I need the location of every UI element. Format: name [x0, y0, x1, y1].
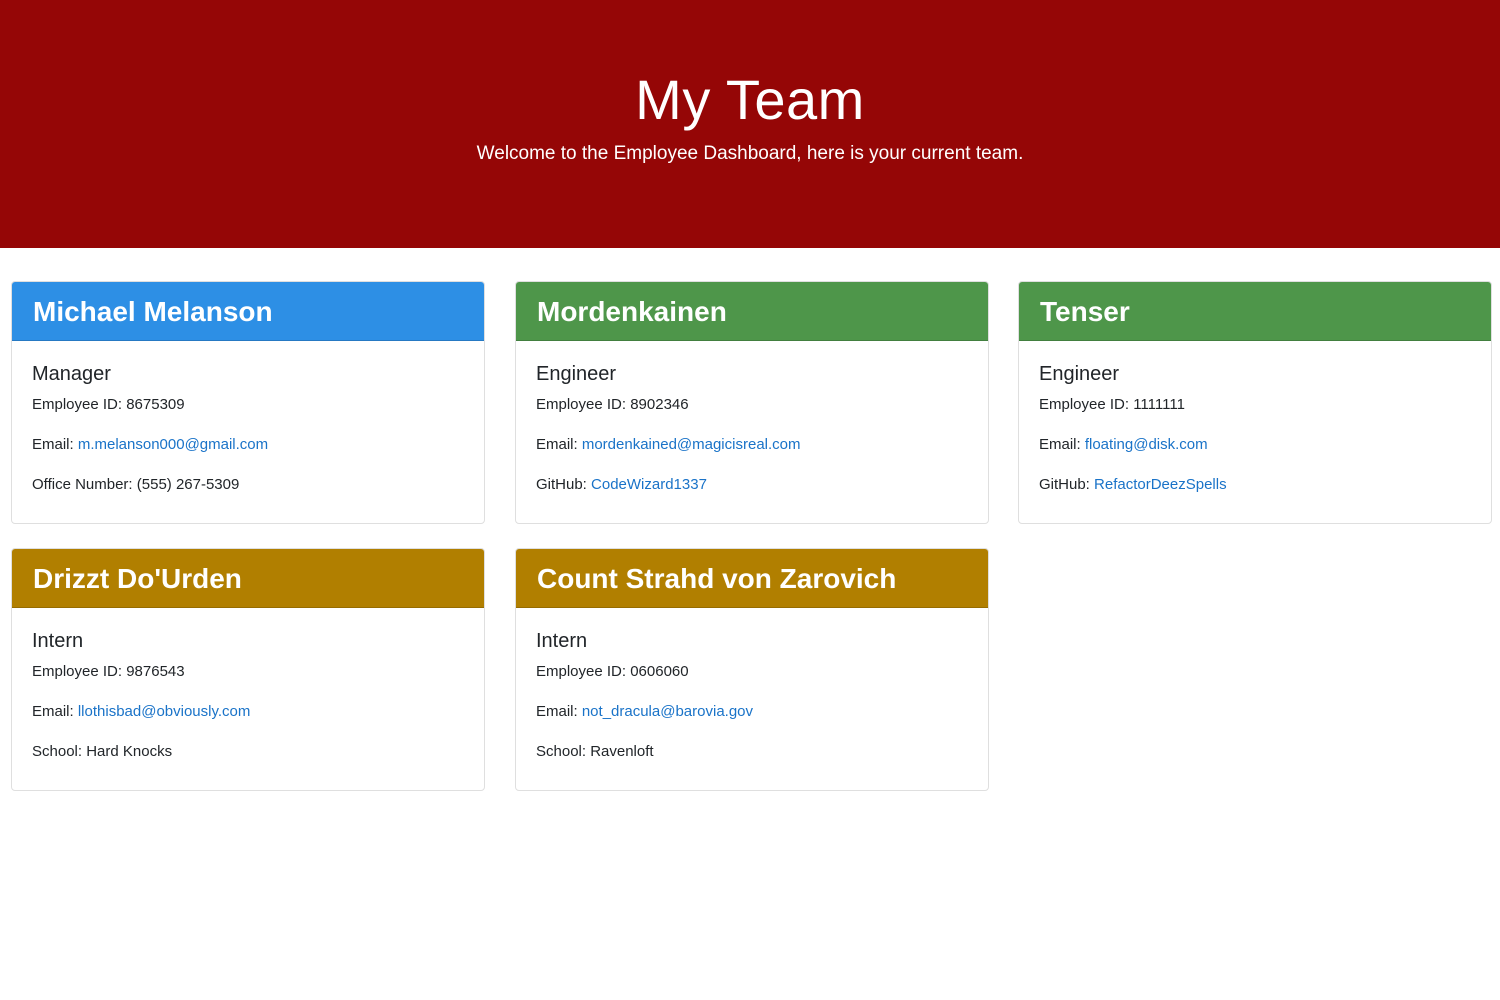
employee-card: Drizzt Do'Urden Intern Employee ID: 9876…	[11, 548, 485, 791]
github-link[interactable]: RefactorDeezSpells	[1094, 476, 1227, 493]
employee-name: Mordenkainen	[516, 282, 988, 341]
school: School: Hard Knocks	[32, 743, 173, 760]
email-label: Email:	[536, 436, 582, 453]
employee-name: Drizzt Do'Urden	[12, 549, 484, 608]
employee-details: Manager Employee ID: 8675309 Email: m.me…	[12, 341, 484, 495]
email-label: Email:	[1039, 436, 1085, 453]
email-label: Email:	[32, 436, 78, 453]
employee-role: Intern	[536, 630, 588, 652]
employee-name: Tenser	[1019, 282, 1491, 341]
employee-id: Employee ID: 8902346	[536, 396, 689, 413]
employee-card: Michael Melanson Manager Employee ID: 86…	[11, 281, 485, 524]
employee-email-row: Email: m.melanson000@gmail.com	[32, 435, 464, 455]
email-label: Email:	[32, 703, 78, 720]
employee-id: Employee ID: 9876543	[32, 663, 185, 680]
employee-name: Count Strahd von Zarovich	[516, 549, 988, 608]
email-link[interactable]: not_dracula@barovia.gov	[582, 703, 753, 720]
page-header: My Team Welcome to the Employee Dashboar…	[0, 0, 1500, 248]
employee-role: Intern	[32, 630, 84, 652]
email-link[interactable]: mordenkained@magicisreal.com	[582, 436, 801, 453]
school: School: Ravenloft	[536, 743, 654, 760]
employee-details: Engineer Employee ID: 1111111 Email: flo…	[1019, 341, 1491, 495]
email-link[interactable]: m.melanson000@gmail.com	[78, 436, 268, 453]
employee-role: Engineer	[536, 363, 617, 385]
employee-name: Michael Melanson	[12, 282, 484, 341]
employee-email-row: Email: llothisbad@obviously.com	[32, 702, 464, 722]
employee-email-row: Email: not_dracula@barovia.gov	[536, 702, 968, 722]
employee-id: Employee ID: 1111111	[1039, 396, 1185, 413]
employee-card: Mordenkainen Engineer Employee ID: 89023…	[515, 281, 989, 524]
page-subtitle: Welcome to the Employee Dashboard, here …	[476, 143, 1024, 164]
github-link[interactable]: CodeWizard1337	[591, 476, 707, 493]
office-number: Office Number: (555) 267-5309	[32, 476, 240, 493]
page-title: My Team	[635, 68, 865, 131]
employee-details: Engineer Employee ID: 8902346 Email: mor…	[516, 341, 988, 495]
email-link[interactable]: floating@disk.com	[1085, 436, 1208, 453]
employee-id: Employee ID: 0606060	[536, 663, 689, 680]
employee-role: Manager	[32, 363, 111, 385]
github-row: GitHub: CodeWizard1337	[536, 475, 968, 495]
github-label: GitHub:	[1039, 476, 1095, 493]
email-link[interactable]: llothisbad@obviously.com	[78, 703, 251, 720]
github-row: GitHub: RefactorDeezSpells	[1039, 475, 1471, 495]
employee-email-row: Email: floating@disk.com	[1039, 435, 1471, 455]
employee-email-row: Email: mordenkained@magicisreal.com	[536, 435, 968, 455]
github-label: GitHub:	[536, 476, 592, 493]
employee-role: Engineer	[1039, 363, 1120, 385]
employee-details: Intern Employee ID: 9876543 Email: lloth…	[12, 608, 484, 762]
employee-card: Count Strahd von Zarovich Intern Employe…	[515, 548, 989, 791]
employee-id: Employee ID: 8675309	[32, 396, 185, 413]
employee-card: Tenser Engineer Employee ID: 1111111 Ema…	[1018, 281, 1492, 524]
employee-details: Intern Employee ID: 0606060 Email: not_d…	[516, 608, 988, 762]
email-label: Email:	[536, 703, 582, 720]
